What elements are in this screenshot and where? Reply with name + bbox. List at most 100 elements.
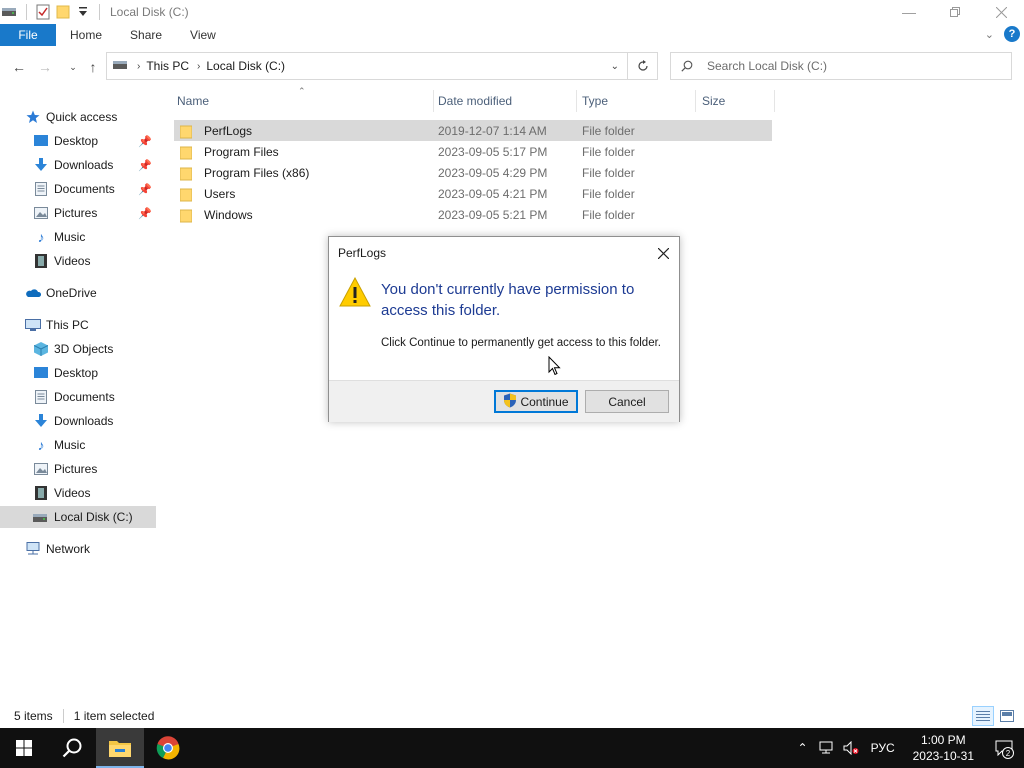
pin-icon[interactable]: 📌: [138, 207, 152, 220]
sidebar-item-quick-access[interactable]: Quick access: [0, 106, 156, 128]
new-folder-icon[interactable]: [55, 4, 71, 20]
sidebar-item-videos[interactable]: Videos: [0, 250, 156, 272]
back-button[interactable]: ←: [8, 56, 30, 78]
continue-label: Continue: [520, 394, 569, 409]
column-header-date-modified[interactable]: Date modified: [421, 88, 565, 114]
volume-muted-icon: [843, 741, 859, 755]
taskbar-chrome[interactable]: [144, 728, 192, 768]
cancel-button[interactable]: Cancel: [585, 390, 669, 413]
taskbar: ⌃ РУС 1:00 PM 2023-10-31 2: [0, 728, 1024, 768]
breadcrumb-local-disk[interactable]: Local Disk (C:): [206, 59, 285, 73]
table-row[interactable]: Windows 2023-09-05 5:21 PM File folder: [174, 204, 772, 225]
details-view-button[interactable]: [972, 706, 994, 726]
sidebar-item-documents-pc[interactable]: Documents: [0, 386, 156, 408]
sidebar-item-documents[interactable]: Documents 📌: [0, 178, 156, 200]
sidebar-item-pictures[interactable]: Pictures 📌: [0, 202, 156, 224]
sidebar-item-network[interactable]: Network: [0, 538, 156, 560]
dialog-close-button[interactable]: [653, 243, 673, 263]
action-center-button[interactable]: 2: [984, 728, 1024, 768]
pin-icon[interactable]: 📌: [138, 135, 152, 148]
large-icons-view-button[interactable]: [996, 706, 1018, 726]
forward-button[interactable]: →: [34, 56, 56, 78]
expand-ribbon-chevron-icon[interactable]: ⌄: [985, 28, 994, 41]
address-dropdown-icon[interactable]: ⌄: [611, 61, 619, 72]
input-language-indicator[interactable]: РУС: [863, 741, 903, 755]
start-button[interactable]: [0, 728, 48, 768]
column-header-name[interactable]: Name ⌃: [160, 86, 434, 114]
clock[interactable]: 1:00 PM 2023-10-31: [903, 732, 984, 764]
column-header-type[interactable]: Type: [565, 88, 685, 114]
restore-button[interactable]: [932, 0, 978, 24]
sidebar-item-label: Music: [54, 230, 86, 244]
folder-icon: [179, 146, 194, 159]
breadcrumb-this-pc[interactable]: This PC: [146, 59, 189, 73]
search-input[interactable]: [707, 59, 987, 73]
pictures-icon: [33, 205, 49, 221]
close-button[interactable]: [978, 0, 1024, 24]
file-date: 2023-09-05 4:21 PM: [438, 186, 548, 201]
continue-button[interactable]: Continue: [494, 390, 578, 413]
tab-share[interactable]: Share: [116, 28, 176, 42]
search-box[interactable]: [670, 52, 1012, 80]
address-bar[interactable]: › This PC › Local Disk (C:) ⌄: [106, 52, 628, 80]
sidebar-item-3d-objects[interactable]: 3D Objects: [0, 338, 156, 360]
up-button[interactable]: ↑: [82, 56, 104, 78]
table-row[interactable]: Program Files 2023-09-05 5:17 PM File fo…: [174, 141, 772, 162]
table-row[interactable]: Program Files (x86) 2023-09-05 4:29 PM F…: [174, 162, 772, 183]
network-status-button[interactable]: [815, 728, 839, 768]
large-icons-view-icon: [1000, 710, 1014, 722]
sidebar-item-videos-pc[interactable]: Videos: [0, 482, 156, 504]
sidebar-item-music[interactable]: ♪ Music: [0, 226, 156, 248]
documents-icon: [33, 389, 49, 405]
ribbon-tabs: File Home Share View ⌄ ?: [0, 24, 1024, 46]
minimize-button[interactable]: —: [886, 0, 932, 24]
tab-file[interactable]: File: [0, 24, 56, 46]
pin-icon[interactable]: 📌: [138, 159, 152, 172]
drive-icon[interactable]: [2, 4, 18, 20]
sidebar-item-label: Videos: [54, 486, 91, 500]
sidebar-item-pictures-pc[interactable]: Pictures: [0, 458, 156, 480]
sidebar-item-label: This PC: [46, 318, 89, 332]
sidebar-item-label: Desktop: [54, 366, 99, 380]
folder-icon: [179, 209, 194, 222]
clock-date: 2023-10-31: [912, 749, 974, 763]
help-icon[interactable]: ?: [1004, 26, 1020, 42]
tab-view[interactable]: View: [176, 28, 230, 42]
show-hidden-icons-button[interactable]: ⌃: [791, 728, 815, 768]
pin-icon[interactable]: 📌: [138, 183, 152, 196]
sidebar-item-local-disk[interactable]: Local Disk (C:): [0, 506, 156, 528]
tab-home[interactable]: Home: [56, 28, 116, 42]
volume-button[interactable]: [839, 728, 863, 768]
column-divider[interactable]: [774, 90, 775, 112]
sidebar-item-downloads[interactable]: Downloads 📌: [0, 154, 156, 176]
navigation-bar: ← → ⌄ ↑ › This PC › Local Disk (C:) ⌄: [0, 50, 1024, 84]
sidebar-item-this-pc[interactable]: This PC: [0, 314, 156, 336]
recent-locations-button[interactable]: ⌄: [62, 56, 84, 78]
mouse-cursor-icon: [548, 355, 562, 379]
uac-shield-icon: [503, 393, 517, 411]
taskbar-search-button[interactable]: [48, 728, 96, 768]
customize-qat-dropdown-icon[interactable]: [75, 4, 91, 20]
chrome-icon: [156, 736, 180, 760]
sidebar-item-label: Downloads: [54, 158, 114, 172]
sidebar-item-music-pc[interactable]: ♪ Music: [0, 434, 156, 456]
sidebar-item-downloads-pc[interactable]: Downloads: [0, 410, 156, 432]
refresh-button[interactable]: [628, 52, 658, 80]
file-type: File folder: [582, 186, 635, 201]
sidebar-item-desktop-pc[interactable]: Desktop: [0, 362, 156, 384]
file-type: File folder: [582, 144, 635, 159]
navigation-pane: Quick access Desktop 📌 Downloads 📌 Docum…: [0, 88, 160, 704]
breadcrumb-chevron-icon[interactable]: ›: [197, 61, 200, 72]
quick-access-toolbar: [0, 4, 104, 20]
file-type: File folder: [582, 165, 635, 180]
breadcrumb-chevron-icon[interactable]: ›: [137, 61, 140, 72]
sidebar-item-desktop[interactable]: Desktop 📌: [0, 130, 156, 152]
sidebar-item-onedrive[interactable]: OneDrive: [0, 282, 156, 304]
column-header-size[interactable]: Size: [685, 88, 765, 114]
file-date: 2023-09-05 5:17 PM: [438, 144, 548, 159]
table-row[interactable]: Users 2023-09-05 4:21 PM File folder: [174, 183, 772, 204]
taskbar-file-explorer[interactable]: [96, 728, 144, 768]
table-row[interactable]: PerfLogs 2019-12-07 1:14 AM File folder: [174, 120, 772, 141]
clock-time: 1:00 PM: [920, 733, 966, 747]
properties-icon[interactable]: [35, 4, 51, 20]
